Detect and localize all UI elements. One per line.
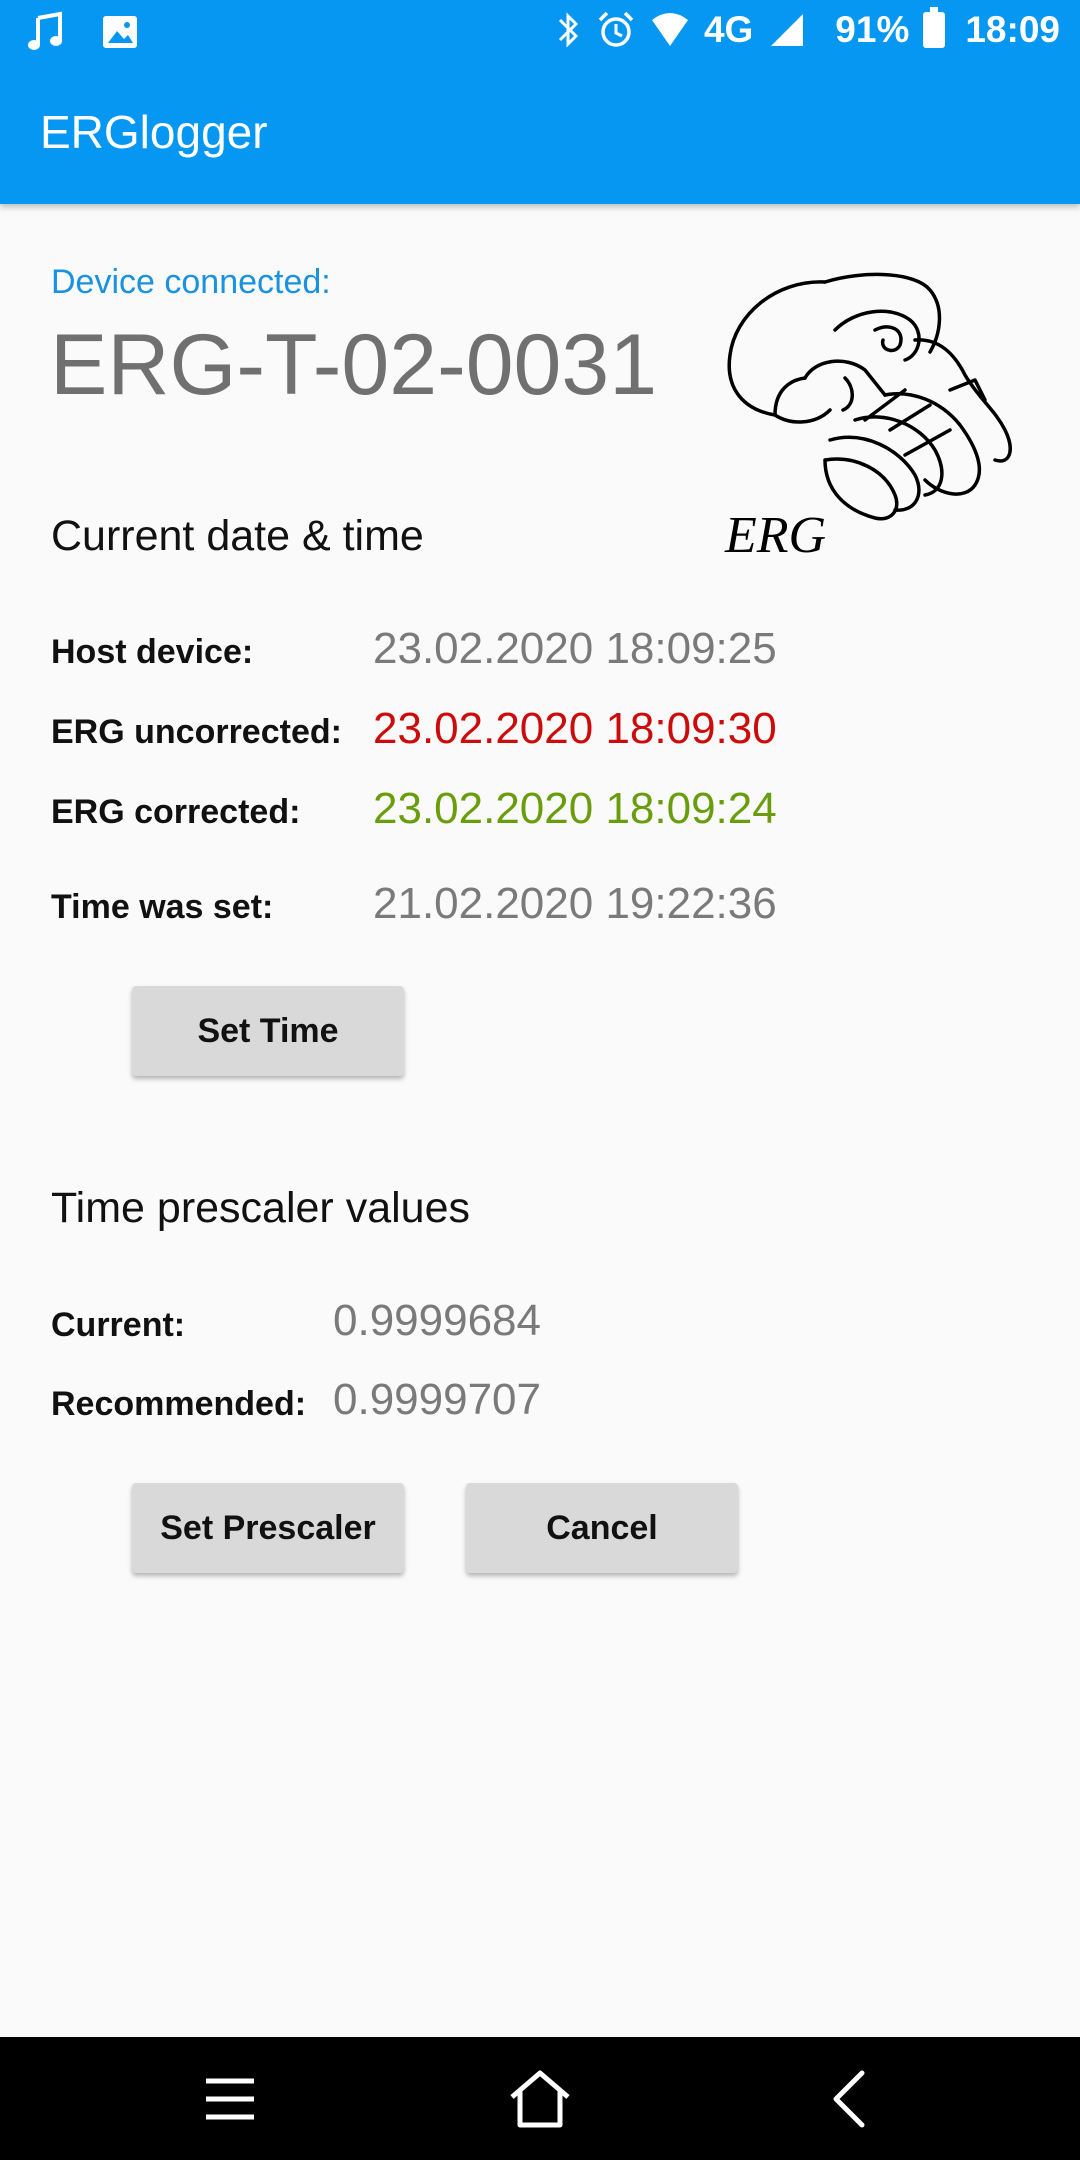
prescaler-recommended-value: 0.9999707 <box>333 1375 541 1424</box>
clock: 18:09 <box>965 9 1060 50</box>
app-title: ERGlogger <box>40 106 268 158</box>
erg-logo: ERG <box>724 272 1012 560</box>
date-time-title: Current date & time <box>51 512 424 560</box>
logo-text: ERG <box>724 507 826 560</box>
set-prescaler-button[interactable]: Set Prescaler <box>132 1483 404 1573</box>
battery-percent: 91% <box>835 9 910 50</box>
erg-uncorrected-label: ERG uncorrected: <box>51 713 342 751</box>
prescaler-title: Time prescaler values <box>51 1184 470 1232</box>
image-icon <box>103 16 137 48</box>
device-name: ERG-T-02-0031 <box>50 317 658 413</box>
alarm-icon <box>598 11 634 47</box>
status-bar: 4G 91% 18:09 <box>0 0 1080 64</box>
prescaler-current-label: Current: <box>51 1306 186 1344</box>
battery-icon <box>923 7 946 48</box>
top-bar: 4G 91% 18:09 ERGlogger <box>0 0 1080 204</box>
music-note-icon <box>28 11 62 50</box>
menu-icon[interactable] <box>190 2067 270 2131</box>
time-was-set-label: Time was set: <box>51 888 274 926</box>
erg-corrected-time: 23.02.2020 18:09:24 <box>373 784 777 833</box>
host-device-time: 23.02.2020 18:09:25 <box>373 624 777 673</box>
navigation-bar <box>0 2037 1080 2160</box>
prescaler-current-value: 0.9999684 <box>333 1296 541 1345</box>
wifi-icon <box>651 13 688 46</box>
screen: 4G 91% 18:09 ERGlogger Device connected:… <box>0 0 1080 2160</box>
time-was-set-value: 21.02.2020 19:22:36 <box>373 879 777 928</box>
home-icon[interactable] <box>500 2067 580 2131</box>
bluetooth-icon <box>558 12 579 48</box>
erg-uncorrected-time: 23.02.2020 18:09:30 <box>373 704 777 753</box>
network-type: 4G <box>703 9 754 50</box>
prescaler-recommended-label: Recommended: <box>51 1385 307 1423</box>
device-connected-label: Device connected: <box>51 263 331 301</box>
erg-corrected-label: ERG corrected: <box>51 793 301 831</box>
back-icon[interactable] <box>810 2067 890 2131</box>
set-time-button[interactable]: Set Time <box>132 986 404 1076</box>
signal-icon <box>771 14 804 46</box>
host-device-label: Host device: <box>51 633 254 671</box>
cancel-button[interactable]: Cancel <box>466 1483 738 1573</box>
